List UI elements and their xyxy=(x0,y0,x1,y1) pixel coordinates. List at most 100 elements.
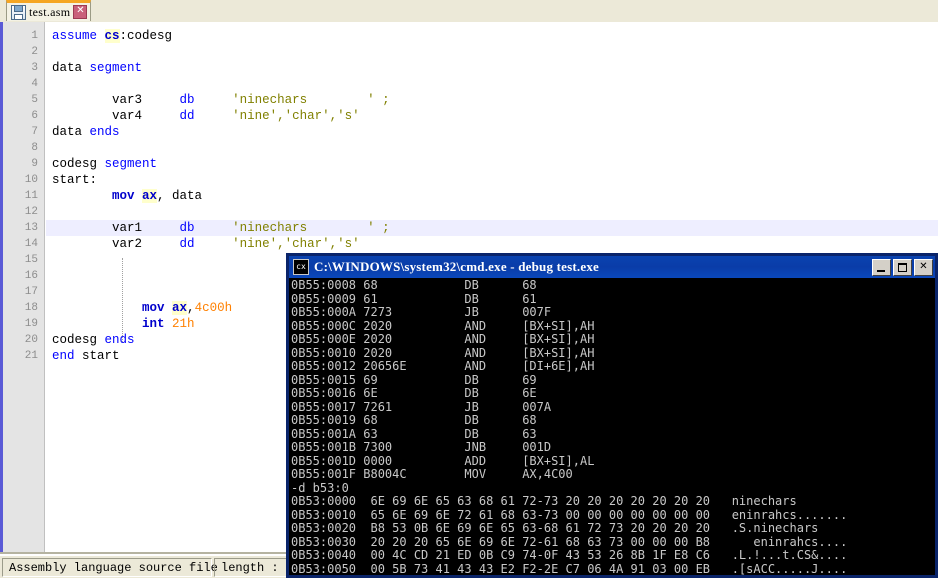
console-line: 0B53:0000 6E 69 6E 65 63 68 61 72-73 20 … xyxy=(291,494,797,508)
code-line[interactable]: start: xyxy=(46,172,938,188)
code-token: ax xyxy=(172,301,188,315)
line-number: 18 xyxy=(24,302,38,314)
code-token: db xyxy=(179,221,195,235)
code-token: end xyxy=(52,349,83,363)
console-line: 0B53:0050 00 5B 73 41 43 43 E2 F2-2E C7 … xyxy=(291,561,848,575)
cmd-console-window[interactable]: cx C:\WINDOWS\system32\cmd.exe - debug t… xyxy=(286,253,938,578)
code-token: var3 xyxy=(52,93,180,107)
console-line: 0B55:0008 68 DB 68 xyxy=(291,278,537,292)
console-line: 0B53:0030 20 20 20 65 6E 69 6E 72-61 68 … xyxy=(291,534,848,549)
code-line[interactable]: data segment xyxy=(46,60,938,76)
code-token: 4c00h xyxy=(194,301,233,315)
code-token: codesg xyxy=(52,333,105,347)
code-token: , xyxy=(187,301,195,315)
console-line: 0B55:000C 2020 AND [BX+SI],AH xyxy=(291,318,595,333)
code-token: int xyxy=(142,317,173,331)
code-token: var1 xyxy=(52,221,180,235)
console-line: 0B55:001B 7300 JNB 001D xyxy=(291,440,552,454)
console-line: -d b53:0 xyxy=(291,480,349,495)
code-line[interactable] xyxy=(46,204,938,220)
code-token: cs xyxy=(104,29,120,43)
code-line[interactable]: data ends xyxy=(46,124,938,140)
tab-test-asm[interactable]: test.asm ✕ xyxy=(6,0,92,21)
code-token: mov xyxy=(142,301,173,315)
console-line: 0B55:001D 0000 ADD [BX+SI],AL xyxy=(291,453,595,468)
code-line[interactable]: assume cs:codesg xyxy=(46,28,938,44)
maximize-button[interactable] xyxy=(893,258,912,276)
console-title: C:\WINDOWS\system32\cmd.exe - debug test… xyxy=(314,259,600,274)
line-number: 10 xyxy=(24,174,38,186)
console-line: 0B55:0009 61 DB 61 xyxy=(291,291,537,306)
code-token: 'nine','char','s' xyxy=(232,237,360,251)
code-token: 'nine','char','s' xyxy=(232,109,360,123)
console-line: 0B55:000E 2020 AND [BX+SI],AH xyxy=(291,332,595,346)
tab-label: test.asm xyxy=(29,4,71,19)
code-line[interactable]: codesg segment xyxy=(46,156,938,172)
indent-guide xyxy=(122,258,123,342)
code-token: ends xyxy=(104,333,135,347)
code-token: , data xyxy=(157,189,203,203)
console-line: 0B55:0010 2020 AND [BX+SI],AH xyxy=(291,345,595,360)
console-line: 0B53:0040 00 4C CD 21 ED 0B C9 74-0F 43 … xyxy=(291,548,848,562)
line-number: 11 xyxy=(24,190,38,202)
line-number: 21 xyxy=(24,350,38,362)
line-number-gutter: 1 2 3 4 5 6 7 8 9 10 11 12 13 14 15 16 17 18 19 20 21 xyxy=(3,22,45,554)
code-token: segment xyxy=(89,61,143,75)
console-titlebar[interactable]: cx C:\WINDOWS\system32\cmd.exe - debug t… xyxy=(289,256,935,278)
line-number: 5 xyxy=(31,94,38,106)
code-token: var2 xyxy=(52,237,180,251)
tab-strip: test.asm ✕ xyxy=(0,0,938,23)
line-number: 1 xyxy=(31,30,38,42)
code-line[interactable]: var4 dd 'nine','char','s' xyxy=(46,108,938,124)
code-token: ends xyxy=(89,125,120,139)
code-token: start xyxy=(82,349,120,363)
code-token: assume xyxy=(52,29,105,43)
code-token: db xyxy=(179,93,195,107)
line-number: 6 xyxy=(31,110,38,122)
code-line[interactable] xyxy=(46,76,938,92)
line-number: 15 xyxy=(24,254,38,266)
console-line: 0B53:0010 65 6E 69 6E 72 61 68 63-73 00 … xyxy=(291,507,848,522)
code-token: ; xyxy=(374,93,390,107)
code-line[interactable]: mov ax, data xyxy=(46,188,938,204)
code-token: mov xyxy=(112,189,143,203)
code-line[interactable]: var3 db 'ninechars ' ; xyxy=(46,92,938,108)
console-line: 0B55:001A 63 DB 63 xyxy=(291,426,537,441)
line-number: 7 xyxy=(31,126,38,138)
line-number: 19 xyxy=(24,318,38,330)
console-line: 0B55:001F B8004C MOV AX,4C00 xyxy=(291,467,573,481)
code-line[interactable]: var1 db 'ninechars ' ; xyxy=(46,220,938,236)
code-token: segment xyxy=(104,157,158,171)
code-token: dd xyxy=(179,109,195,123)
line-number: 16 xyxy=(24,270,38,282)
code-line[interactable]: var2 dd 'nine','char','s' xyxy=(46,236,938,252)
code-line[interactable] xyxy=(46,44,938,60)
console-line: 0B55:0015 69 DB 69 xyxy=(291,372,537,387)
console-icon: cx xyxy=(293,259,309,275)
close-icon[interactable]: ✕ xyxy=(73,5,88,19)
code-token: codesg xyxy=(52,157,105,171)
code-token: data xyxy=(52,125,90,139)
code-line[interactable] xyxy=(46,140,938,156)
minimize-button[interactable] xyxy=(872,258,891,276)
code-token: ax xyxy=(142,189,158,203)
close-button[interactable]: ✕ xyxy=(914,258,933,276)
code-token: data xyxy=(52,61,90,75)
line-number: 20 xyxy=(24,334,38,346)
code-token: 21h xyxy=(172,317,195,331)
line-number: 17 xyxy=(24,286,38,298)
line-number: 8 xyxy=(31,142,38,154)
code-token: dd xyxy=(179,237,195,251)
code-token: 'ninechars ' xyxy=(232,93,375,107)
save-disk-icon xyxy=(11,4,26,20)
console-output[interactable]: 0B55:0008 68 DB 68 0B55:0009 61 DB 61 0B55… xyxy=(289,278,935,575)
status-file-type: Assembly language source file xyxy=(2,558,218,577)
code-token: ; xyxy=(374,221,390,235)
console-line: 0B55:0016 6E DB 6E xyxy=(291,386,537,400)
